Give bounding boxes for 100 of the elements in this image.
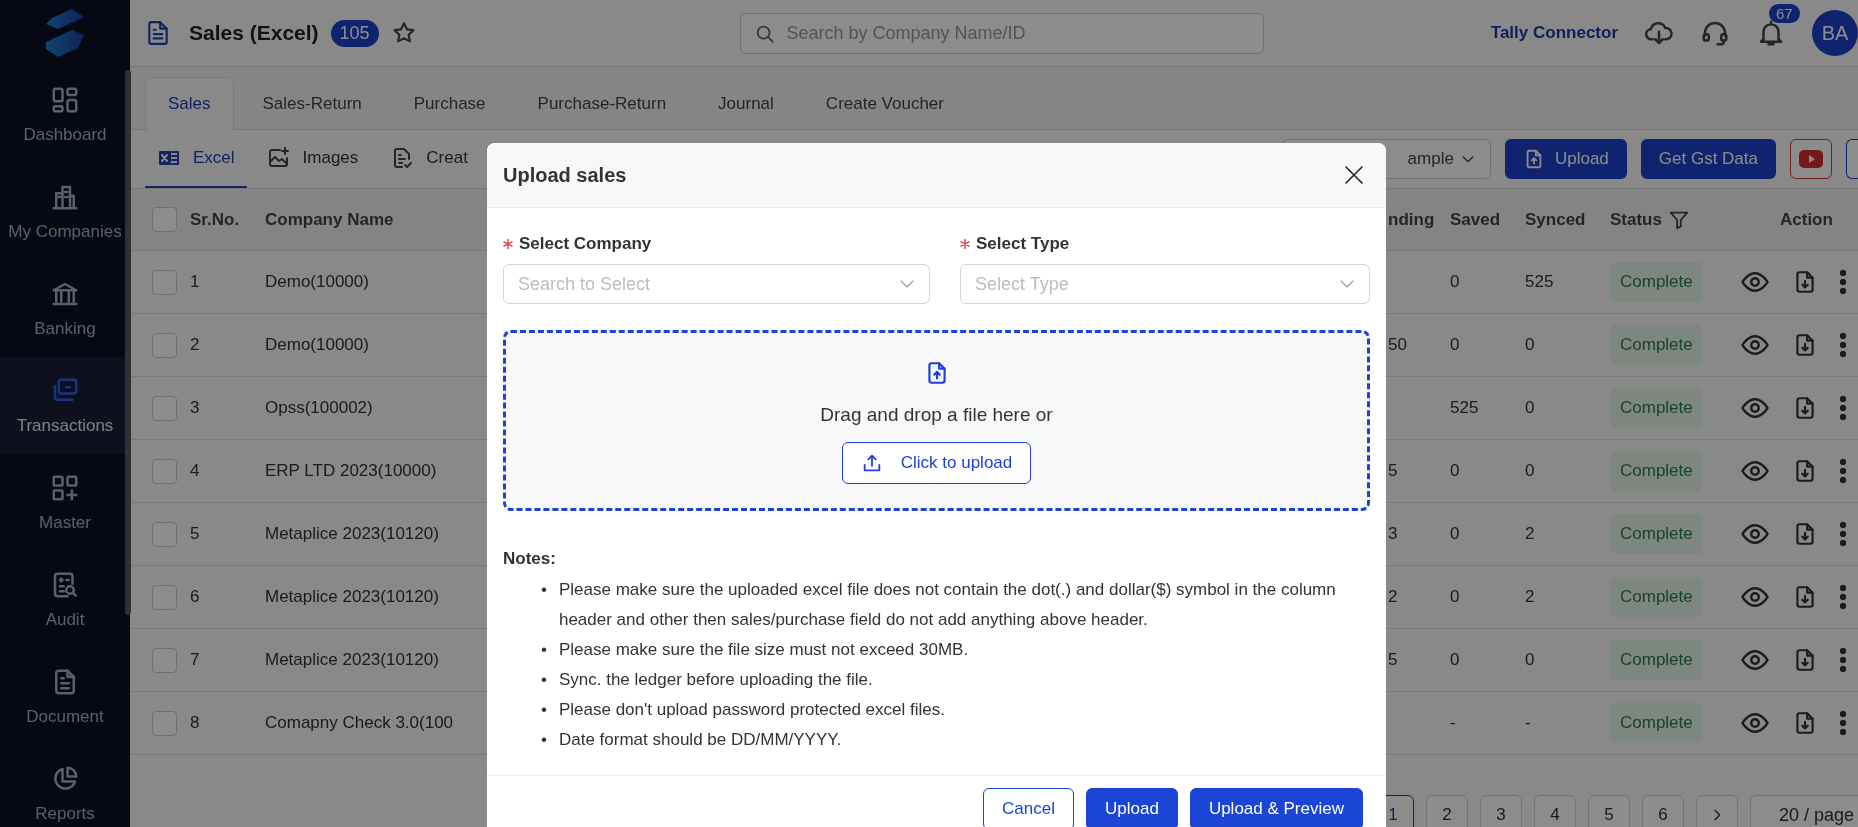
table-cell-text: 0: [1450, 461, 1461, 481]
more-icon[interactable]: [1840, 269, 1846, 295]
table-cell-text: 2: [190, 335, 201, 355]
note-text: Date format should be DD/MM/YYYY.: [558, 729, 843, 751]
subtab-label[interactable]: Excel: [193, 148, 235, 168]
click-to-upload-button[interactable]: Click to upload: [841, 441, 1032, 484]
more-icon[interactable]: [1840, 521, 1846, 547]
tab[interactable]: Sales: [145, 77, 234, 130]
more-icon[interactable]: [1840, 458, 1846, 484]
status-tag: Complete: [1610, 388, 1703, 428]
checkbox[interactable]: [152, 458, 177, 484]
toolbar-button[interactable]: [1846, 139, 1858, 179]
table-cell-text: 0: [1525, 461, 1536, 481]
sidebar-item[interactable]: Dashboard: [23, 124, 107, 145]
table-cell-text: Metaplice 2023(10120): [265, 587, 440, 607]
status-tag: Complete: [1610, 640, 1703, 680]
scrollbar[interactable]: [125, 70, 131, 615]
dialog-button[interactable]: Upload & Preview: [1189, 788, 1363, 827]
status-tag: Complete: [1610, 451, 1703, 491]
page-button[interactable]: 6: [1641, 795, 1684, 827]
checkbox[interactable]: [152, 647, 177, 673]
tab[interactable]: Purchase: [390, 77, 509, 129]
sidebar-item[interactable]: My Companies: [8, 221, 122, 242]
checkbox[interactable]: [152, 521, 177, 547]
video-button[interactable]: [1790, 139, 1832, 179]
sidebar-item[interactable]: Reports: [35, 803, 95, 824]
sidebar-item[interactable]: Document: [26, 706, 104, 727]
page-size-select[interactable]: 20 / page: [1749, 795, 1858, 827]
get-gst-data-button[interactable]: Get Gst Data: [1640, 139, 1776, 179]
checkbox[interactable]: [152, 710, 177, 736]
sidebar-item[interactable]: Master: [39, 512, 91, 533]
table-cell: 50: [1388, 335, 1407, 354]
cancel-button[interactable]: Cancel: [983, 788, 1074, 827]
user-avatar[interactable]: BA: [1812, 10, 1858, 56]
more-icon[interactable]: [1840, 710, 1846, 736]
subtab-label[interactable]: Images: [302, 148, 359, 168]
column-header: Company Name: [265, 209, 395, 230]
tab[interactable]: Journal: [695, 77, 797, 129]
status-tag: Complete: [1610, 577, 1703, 617]
column-header: Sr.No.: [190, 209, 241, 230]
column-header: Action: [1779, 209, 1834, 230]
dropdown-value: ample: [1407, 149, 1454, 169]
search-field[interactable]: Search by Company Name/ID: [739, 12, 1264, 54]
notification-badge: 67: [1769, 4, 1800, 23]
table-cell-text: Comapny Check 3.0(100: [265, 713, 455, 733]
more-icon[interactable]: [1840, 332, 1846, 358]
page-button[interactable]: 5: [1587, 795, 1630, 827]
column-header: Synced: [1525, 209, 1587, 230]
table-cell-text: -: [1450, 713, 1457, 733]
bullet: •: [541, 669, 547, 691]
checkbox[interactable]: [152, 584, 177, 610]
table-cell-text: 8: [190, 713, 201, 733]
field-label: Select Company: [519, 234, 652, 254]
play-icon: [1799, 150, 1823, 168]
sidebar-item[interactable]: Banking: [34, 318, 96, 339]
subtab-label[interactable]: Creat: [426, 148, 468, 168]
more-icon[interactable]: [1840, 395, 1846, 421]
more-icon[interactable]: [1840, 647, 1846, 673]
page-button[interactable]: 3: [1479, 795, 1522, 827]
tally-connector-link[interactable]: Tally Connector: [1490, 23, 1618, 43]
close-icon[interactable]: [1344, 165, 1364, 185]
table-cell-text: 0: [1450, 272, 1461, 292]
table-cell-text: 0: [1450, 587, 1461, 607]
table-cell: 3: [1388, 524, 1398, 543]
upload-button[interactable]: Upload: [1504, 139, 1627, 179]
page-button[interactable]: 4: [1533, 795, 1576, 827]
sidebar-item[interactable]: Transactions: [16, 415, 114, 436]
status-tag: Complete: [1610, 703, 1703, 743]
company-select[interactable]: Search to Select: [503, 264, 930, 304]
bullet: •: [541, 579, 547, 601]
page-title: Sales (Excel): [189, 21, 319, 45]
dialog-button[interactable]: Upload: [1086, 788, 1178, 827]
tab[interactable]: Sales-Return: [239, 77, 385, 129]
table-cell-text: 0: [1525, 398, 1536, 418]
table-cell: 5: [1388, 650, 1398, 669]
checkbox[interactable]: [152, 269, 177, 295]
note-text: Sync. the ledger before uploading the file.: [558, 669, 874, 691]
table-cell-text: Metaplice 2023(10120): [265, 524, 440, 544]
table-cell-text: 0: [1525, 650, 1536, 670]
notes-heading: Notes:: [503, 549, 557, 569]
table-cell-text: 0: [1450, 650, 1461, 670]
table-cell-text: 0: [1525, 335, 1536, 355]
checkbox[interactable]: [152, 395, 177, 421]
tab[interactable]: Purchase-Return: [514, 77, 690, 129]
checkbox[interactable]: [152, 207, 177, 232]
bullet: •: [541, 639, 547, 661]
drop-zone[interactable]: Drag and drop a file here or Click to upload: [503, 330, 1370, 511]
table-cell-text: 4: [190, 461, 201, 481]
status-tag: Complete: [1610, 262, 1703, 302]
checkbox[interactable]: [152, 332, 177, 358]
type-select[interactable]: Select Type: [960, 264, 1370, 304]
bullet: •: [541, 729, 547, 751]
status-tag: Complete: [1610, 325, 1703, 365]
more-icon[interactable]: [1840, 584, 1846, 610]
note-text: Please make sure the file size must not exceed 30MB.: [558, 639, 970, 661]
sidebar-item[interactable]: Audit: [45, 609, 85, 630]
page-button[interactable]: 2: [1425, 795, 1468, 827]
tab[interactable]: Create Voucher: [802, 77, 967, 129]
table-cell: 2: [1388, 587, 1398, 606]
table-cell-text: 5: [190, 524, 201, 544]
